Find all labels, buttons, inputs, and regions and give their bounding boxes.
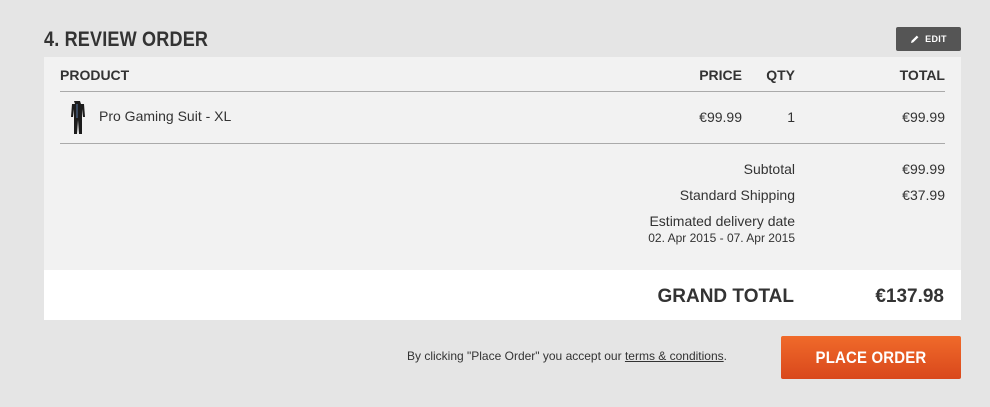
column-header-qty: QTY <box>766 67 795 83</box>
grand-total-value: €137.98 <box>875 286 944 307</box>
grand-total-label: GRAND TOTAL <box>657 286 794 307</box>
product-price: €99.99 <box>699 109 742 125</box>
column-header-total: TOTAL <box>899 67 945 83</box>
edit-button[interactable]: EDIT <box>896 27 961 51</box>
place-order-button[interactable]: PLACE ORDER <box>781 336 961 379</box>
subtotal-label: Subtotal <box>743 161 795 177</box>
edit-button-label: EDIT <box>925 34 947 44</box>
delivery-date-label: Estimated delivery date <box>649 213 795 229</box>
shipping-value: €37.99 <box>902 187 945 203</box>
subtotal-value: €99.99 <box>902 161 945 177</box>
product-thumbnail <box>71 101 85 134</box>
terms-link[interactable]: terms & conditions <box>625 349 724 363</box>
terms-suffix: . <box>723 349 727 363</box>
shipping-label: Standard Shipping <box>679 187 795 203</box>
place-order-label: PLACE ORDER <box>815 347 927 367</box>
items-divider <box>60 143 945 144</box>
section-title: 4. REVIEW ORDER <box>44 28 209 51</box>
terms-notice: By clicking "Place Order" you accept our… <box>407 349 727 363</box>
terms-prefix: By clicking "Place Order" you accept our <box>406 349 625 363</box>
grand-total-row: GRAND TOTAL €137.98 <box>44 270 961 320</box>
delivery-date-range: 02. Apr 2015 - 07. Apr 2015 <box>648 231 795 245</box>
column-header-price: PRICE <box>699 67 742 83</box>
product-total: €99.99 <box>902 109 945 125</box>
product-name: Pro Gaming Suit - XL <box>99 108 232 124</box>
header-divider <box>60 91 945 92</box>
pencil-icon <box>911 35 919 43</box>
column-header-product: PRODUCT <box>60 67 130 83</box>
product-qty: 1 <box>787 109 795 125</box>
order-table-panel: PRODUCT PRICE QTY TOTAL Pro Gaming Suit … <box>44 57 961 270</box>
